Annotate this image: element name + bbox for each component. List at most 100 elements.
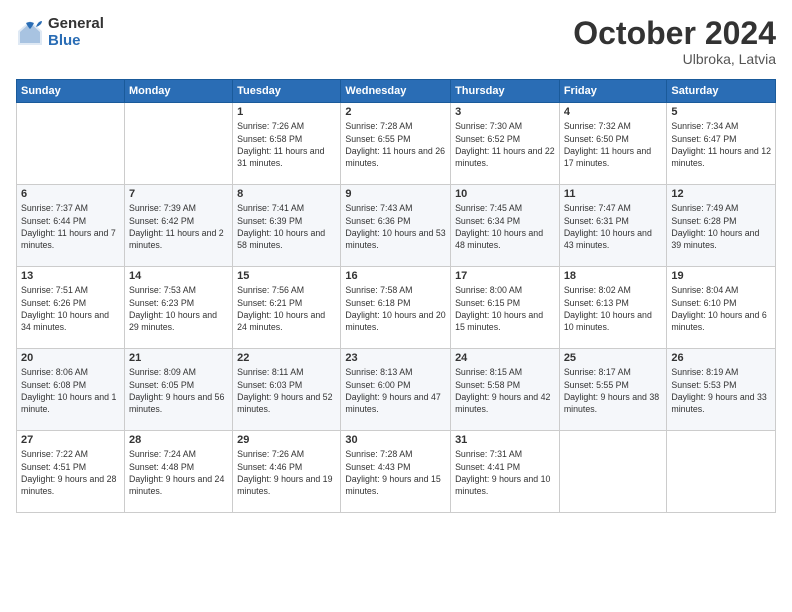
- day-info-26: Sunrise: 8:19 AM Sunset: 5:53 PM Dayligh…: [671, 366, 771, 415]
- calendar-cell-w4-d5: 24 Sunrise: 8:15 AM Sunset: 5:58 PM Dayli…: [451, 349, 560, 431]
- day-number-23: 23: [345, 352, 446, 364]
- day-number-4: 4: [564, 106, 663, 118]
- header-tuesday: Tuesday: [233, 80, 341, 103]
- calendar-cell-w3-d4: 16Sunrise: 7:58 AM Sunset: 6:18 PM Dayli…: [341, 267, 451, 349]
- calendar-cell-w1-d5: 3 Sunrise: 7:30 AM Sunset: 6:52 PM Daylig…: [451, 103, 560, 185]
- calendar-week-1: 1 Sunrise: 7:26 AM Sunset: 6:58 PM Daylig…: [17, 103, 776, 185]
- logo: General Blue: [16, 16, 104, 49]
- day-info-13: Sunrise: 7:51 AM Sunset: 6:26 PM Dayligh…: [21, 284, 120, 333]
- day-number-22: 22: [237, 352, 336, 364]
- calendar-cell-w1-d7: 5 Sunrise: 7:34 AM Sunset: 6:47 PM Daylig…: [667, 103, 776, 185]
- calendar-cell-w5-d3: 29 Sunrise: 7:26 AM Sunset: 4:46 PM Dayli…: [233, 431, 341, 513]
- day-number-1: 1: [237, 106, 336, 118]
- calendar-cell-w2-d4: 9 Sunrise: 7:43 AM Sunset: 6:36 PM Daylig…: [341, 185, 451, 267]
- calendar-cell-w5-d2: 28 Sunrise: 7:24 AM Sunset: 4:48 PM Dayli…: [124, 431, 232, 513]
- day-info-5: Sunrise: 7:34 AM Sunset: 6:47 PM Dayligh…: [671, 120, 771, 169]
- header-saturday: Saturday: [667, 80, 776, 103]
- day-info-6: Sunrise: 7:37 AM Sunset: 6:44 PM Dayligh…: [21, 202, 120, 251]
- day-number-16: 16: [345, 270, 446, 282]
- calendar-cell-w1-d4: 2 Sunrise: 7:28 AM Sunset: 6:55 PM Daylig…: [341, 103, 451, 185]
- day-info-31: Sunrise: 7:31 AM Sunset: 4:41 PM Dayligh…: [455, 448, 555, 497]
- day-number-12: 12: [671, 188, 771, 200]
- calendar-cell-w3-d6: 18 Sunrise: 8:02 AM Sunset: 6:13 PM Dayli…: [559, 267, 667, 349]
- title-block: October 2024 Ulbroka, Latvia: [573, 16, 776, 67]
- calendar-cell-w3-d5: 17Sunrise: 8:00 AM Sunset: 6:15 PM Dayli…: [451, 267, 560, 349]
- calendar-week-2: 6Sunrise: 7:37 AM Sunset: 6:44 PM Daylig…: [17, 185, 776, 267]
- day-info-14: Sunrise: 7:53 AM Sunset: 6:23 PM Dayligh…: [129, 284, 228, 333]
- calendar-cell-w5-d6: [559, 431, 667, 513]
- page-header: General Blue October 2024 Ulbroka, Latvi…: [16, 16, 776, 67]
- day-info-25: Sunrise: 8:17 AM Sunset: 5:55 PM Dayligh…: [564, 366, 663, 415]
- calendar-cell-w3-d2: 14Sunrise: 7:53 AM Sunset: 6:23 PM Dayli…: [124, 267, 232, 349]
- day-number-29: 29: [237, 434, 336, 446]
- day-info-19: Sunrise: 8:04 AM Sunset: 6:10 PM Dayligh…: [671, 284, 771, 333]
- day-info-27: Sunrise: 7:22 AM Sunset: 4:51 PM Dayligh…: [21, 448, 120, 497]
- day-number-9: 9: [345, 188, 446, 200]
- day-number-17: 17: [455, 270, 555, 282]
- day-number-27: 27: [21, 434, 120, 446]
- calendar-cell-w4-d1: 20 Sunrise: 8:06 AM Sunset: 6:08 PM Dayli…: [17, 349, 125, 431]
- calendar-week-4: 20 Sunrise: 8:06 AM Sunset: 6:08 PM Dayli…: [17, 349, 776, 431]
- day-number-26: 26: [671, 352, 771, 364]
- day-info-21: Sunrise: 8:09 AM Sunset: 6:05 PM Dayligh…: [129, 366, 228, 415]
- day-number-2: 2: [345, 106, 446, 118]
- day-info-2: Sunrise: 7:28 AM Sunset: 6:55 PM Dayligh…: [345, 120, 446, 169]
- day-number-25: 25: [564, 352, 663, 364]
- header-wednesday: Wednesday: [341, 80, 451, 103]
- day-number-5: 5: [671, 106, 771, 118]
- calendar-cell-w2-d3: 8Sunrise: 7:41 AM Sunset: 6:39 PM Daylig…: [233, 185, 341, 267]
- day-info-9: Sunrise: 7:43 AM Sunset: 6:36 PM Dayligh…: [345, 202, 446, 251]
- day-info-29: Sunrise: 7:26 AM Sunset: 4:46 PM Dayligh…: [237, 448, 336, 497]
- calendar-cell-w5-d7: [667, 431, 776, 513]
- day-number-8: 8: [237, 188, 336, 200]
- calendar-cell-w4-d6: 25 Sunrise: 8:17 AM Sunset: 5:55 PM Dayli…: [559, 349, 667, 431]
- logo-general-text: General: [48, 16, 104, 33]
- calendar-cell-w3-d7: 19 Sunrise: 8:04 AM Sunset: 6:10 PM Dayli…: [667, 267, 776, 349]
- day-info-30: Sunrise: 7:28 AM Sunset: 4:43 PM Dayligh…: [345, 448, 446, 497]
- day-info-3: Sunrise: 7:30 AM Sunset: 6:52 PM Dayligh…: [455, 120, 555, 169]
- calendar-cell-w5-d5: 31 Sunrise: 7:31 AM Sunset: 4:41 PM Dayli…: [451, 431, 560, 513]
- day-info-22: Sunrise: 8:11 AM Sunset: 6:03 PM Dayligh…: [237, 366, 336, 415]
- day-info-12: Sunrise: 7:49 AM Sunset: 6:28 PM Dayligh…: [671, 202, 771, 251]
- day-number-28: 28: [129, 434, 228, 446]
- header-sunday: Sunday: [17, 80, 125, 103]
- day-info-15: Sunrise: 7:56 AM Sunset: 6:21 PM Dayligh…: [237, 284, 336, 333]
- calendar-week-5: 27 Sunrise: 7:22 AM Sunset: 4:51 PM Dayli…: [17, 431, 776, 513]
- calendar-table: Sunday Monday Tuesday Wednesday Thursday…: [16, 79, 776, 513]
- day-number-20: 20: [21, 352, 120, 364]
- day-info-7: Sunrise: 7:39 AM Sunset: 6:42 PM Dayligh…: [129, 202, 228, 251]
- day-number-15: 15: [237, 270, 336, 282]
- calendar-cell-w2-d7: 12 Sunrise: 7:49 AM Sunset: 6:28 PM Dayli…: [667, 185, 776, 267]
- calendar-cell-w1-d2: [124, 103, 232, 185]
- calendar-week-3: 13 Sunrise: 7:51 AM Sunset: 6:26 PM Dayli…: [17, 267, 776, 349]
- day-number-19: 19: [671, 270, 771, 282]
- calendar-cell-w2-d5: 10Sunrise: 7:45 AM Sunset: 6:34 PM Dayli…: [451, 185, 560, 267]
- calendar-cell-w2-d6: 11Sunrise: 7:47 AM Sunset: 6:31 PM Dayli…: [559, 185, 667, 267]
- day-info-10: Sunrise: 7:45 AM Sunset: 6:34 PM Dayligh…: [455, 202, 555, 251]
- day-number-13: 13: [21, 270, 120, 282]
- day-info-18: Sunrise: 8:02 AM Sunset: 6:13 PM Dayligh…: [564, 284, 663, 333]
- day-info-24: Sunrise: 8:15 AM Sunset: 5:58 PM Dayligh…: [455, 366, 555, 415]
- day-number-18: 18: [564, 270, 663, 282]
- day-number-3: 3: [455, 106, 555, 118]
- header-friday: Friday: [559, 80, 667, 103]
- calendar-header-row: Sunday Monday Tuesday Wednesday Thursday…: [17, 80, 776, 103]
- day-number-7: 7: [129, 188, 228, 200]
- header-monday: Monday: [124, 80, 232, 103]
- calendar-cell-w4-d2: 21Sunrise: 8:09 AM Sunset: 6:05 PM Dayli…: [124, 349, 232, 431]
- day-number-11: 11: [564, 188, 663, 200]
- calendar-cell-w3-d3: 15 Sunrise: 7:56 AM Sunset: 6:21 PM Dayli…: [233, 267, 341, 349]
- logo-icon: [16, 19, 44, 47]
- day-number-31: 31: [455, 434, 555, 446]
- day-info-1: Sunrise: 7:26 AM Sunset: 6:58 PM Dayligh…: [237, 120, 336, 169]
- day-info-20: Sunrise: 8:06 AM Sunset: 6:08 PM Dayligh…: [21, 366, 120, 415]
- day-number-30: 30: [345, 434, 446, 446]
- day-number-24: 24: [455, 352, 555, 364]
- day-info-28: Sunrise: 7:24 AM Sunset: 4:48 PM Dayligh…: [129, 448, 228, 497]
- calendar-cell-w2-d2: 7 Sunrise: 7:39 AM Sunset: 6:42 PM Daylig…: [124, 185, 232, 267]
- calendar-cell-w1-d6: 4Sunrise: 7:32 AM Sunset: 6:50 PM Daylig…: [559, 103, 667, 185]
- calendar-cell-w5-d4: 30 Sunrise: 7:28 AM Sunset: 4:43 PM Dayli…: [341, 431, 451, 513]
- calendar-cell-w4-d4: 23Sunrise: 8:13 AM Sunset: 6:00 PM Dayli…: [341, 349, 451, 431]
- logo-blue-text: Blue: [48, 33, 104, 50]
- month-title: October 2024: [573, 16, 776, 51]
